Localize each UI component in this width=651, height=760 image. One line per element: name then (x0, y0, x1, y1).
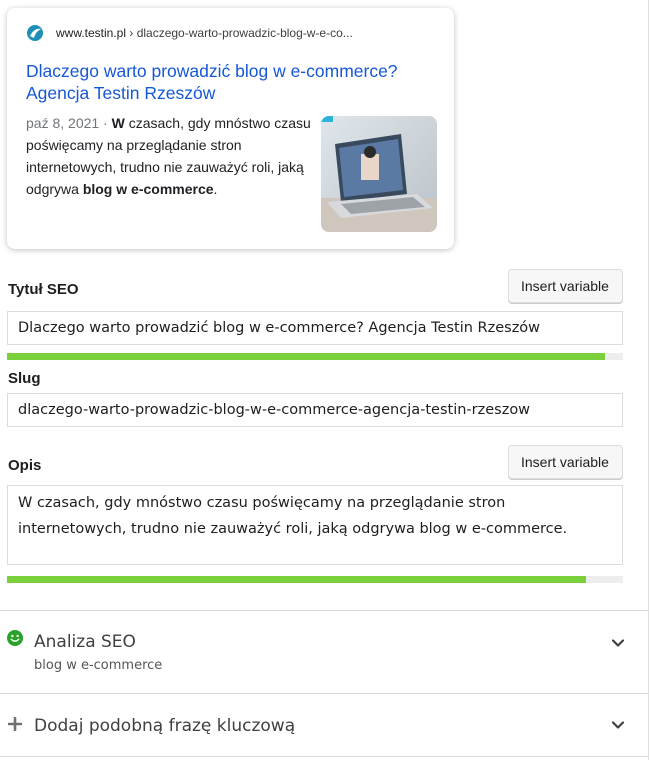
seo-title-length-progress (7, 353, 623, 360)
preview-date: paź 8, 2021 · (26, 115, 112, 131)
seo-title-label: Tytuł SEO (8, 281, 79, 298)
seo-analysis-keyphrase: blog w e-commerce (34, 658, 163, 673)
meta-description-label: Opis (8, 457, 42, 474)
seo-analysis-title: Analiza SEO (34, 632, 136, 652)
preview-url-site: www.testin.pl (56, 26, 127, 40)
slug-label: Slug (8, 370, 41, 387)
slug-input[interactable]: dlaczego-warto-prowadzic-blog-w-e-commer… (7, 393, 623, 427)
add-related-keyphrase-toggle[interactable]: Dodaj podobną frazę kluczową (0, 694, 648, 754)
snippet-end: . (213, 181, 218, 197)
divider (0, 756, 648, 757)
smiley-good-icon (7, 630, 23, 646)
chevron-down-icon (611, 639, 625, 647)
preview-thumbnail-image (321, 116, 437, 232)
seo-title-input[interactable]: Dlaczego warto prowadzić blog w e-commer… (7, 311, 623, 345)
description-insert-variable-button[interactable]: Insert variable (508, 445, 623, 479)
plus-icon (8, 717, 22, 731)
snippet-bold-start: W (111, 115, 125, 131)
snippet-bold-keyphrase: blog w e-commerce (82, 181, 214, 197)
chevron-down-icon (611, 721, 625, 729)
seo-analysis-toggle[interactable]: Analiza SEO blog w e-commerce (0, 611, 648, 693)
description-length-progress (7, 576, 623, 583)
preview-title[interactable]: Dlaczego warto prowadzić blog w e-commer… (26, 60, 436, 104)
google-preview-card: www.testin.pl › dlaczego-warto-prowadzic… (7, 8, 454, 249)
panel-right-border (648, 0, 649, 760)
seo-title-insert-variable-button[interactable]: Insert variable (508, 269, 623, 303)
preview-title-text[interactable]: Dlaczego warto prowadzić blog w e-commer… (26, 61, 398, 103)
meta-description-textarea[interactable]: W czasach, gdy mnóstwo czasu poświęcamy … (7, 485, 623, 565)
seo-title-progress-fill (7, 353, 605, 360)
preview-snippet: paź 8, 2021 · W czasach, gdy mnóstwo cza… (26, 112, 311, 200)
preview-url: www.testin.pl › dlaczego-warto-prowadzic… (56, 26, 353, 40)
description-progress-fill (7, 576, 587, 583)
add-related-keyphrase-title: Dodaj podobną frazę kluczową (34, 716, 296, 736)
site-favicon-icon (27, 25, 43, 41)
preview-url-path: › dlaczego-warto-prowadzic-blog-w-e-co..… (126, 26, 353, 40)
